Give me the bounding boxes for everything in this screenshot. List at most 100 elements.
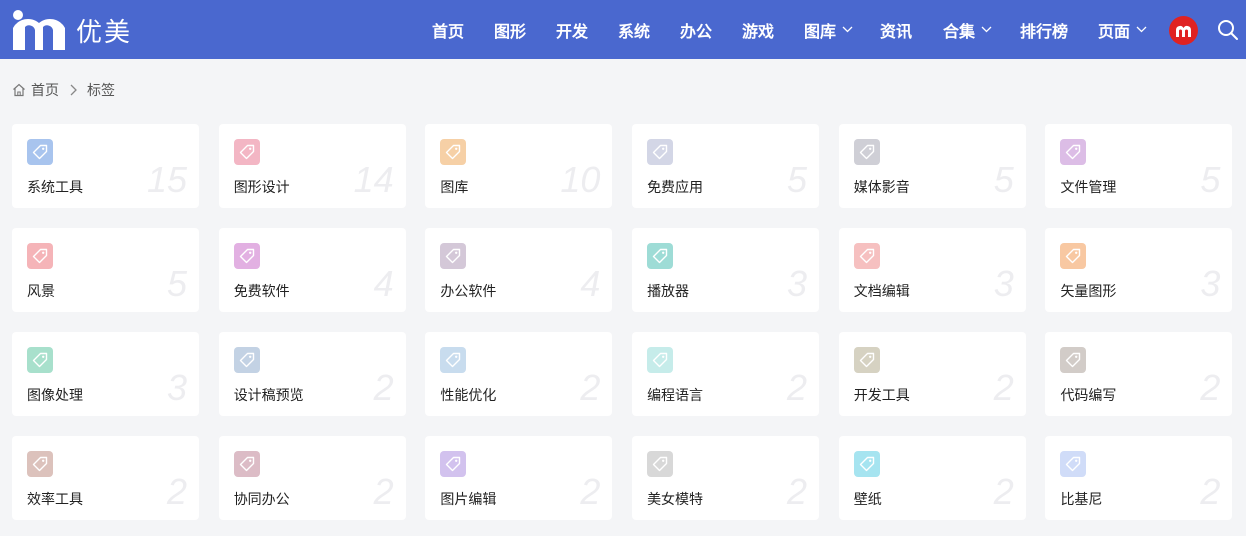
tag-name: 壁纸 <box>853 492 882 508</box>
tag-icon <box>233 243 260 269</box>
tag-count: 10 <box>560 159 601 200</box>
tag-name: 媒体影音 <box>853 180 910 196</box>
tag-card[interactable]: 文档编辑 3 <box>838 228 1026 312</box>
tag-card[interactable]: 协同办公 2 <box>218 436 406 520</box>
tag-count: 2 <box>580 367 601 408</box>
tag-name: 矢量图形 <box>1060 284 1117 300</box>
tag-icon <box>1060 139 1087 165</box>
nav-item[interactable]: 游戏 <box>742 0 774 59</box>
tag-card[interactable]: 美女模特 2 <box>632 436 820 520</box>
tag-card[interactable]: 图片编辑 2 <box>425 436 613 520</box>
search-icon[interactable] <box>1217 19 1239 41</box>
tag-card[interactable]: 效率工具 2 <box>12 436 199 520</box>
brand-name: 优美 <box>76 17 133 48</box>
tag-card[interactable]: 壁纸 2 <box>838 436 1026 520</box>
tag-icon <box>440 347 467 373</box>
tag-name: 美女模特 <box>647 492 704 508</box>
nav-item[interactable]: 排行榜 <box>1020 0 1068 59</box>
tag-name: 效率工具 <box>27 492 83 508</box>
tag-count: 5 <box>166 263 187 304</box>
tag-card[interactable]: 媒体影音 5 <box>838 124 1026 208</box>
tag-card[interactable]: 图库 10 <box>425 124 613 208</box>
tag-card[interactable]: 免费软件 4 <box>218 228 406 312</box>
tag-card[interactable]: 播放器 3 <box>632 228 820 312</box>
tag-icon <box>440 451 467 477</box>
tag-name: 免费软件 <box>233 284 290 300</box>
nav-item-label: 合集 <box>943 21 976 41</box>
tag-card[interactable]: 代码编写 2 <box>1045 332 1233 416</box>
tag-icon <box>647 451 674 477</box>
breadcrumb-home[interactable]: 首页 <box>31 80 59 100</box>
site-logo[interactable]: 优美 <box>12 10 132 50</box>
tag-count: 2 <box>373 471 394 512</box>
tag-icon <box>233 347 260 373</box>
nav-item-label: 办公 <box>680 21 713 41</box>
tag-icon <box>1060 451 1087 477</box>
nav-item[interactable]: 合集 <box>943 0 992 59</box>
tag-name: 协同办公 <box>233 492 290 508</box>
site-header: 优美 首页 图形 开发 系统 办公 游戏 图库 资讯 合集 排行榜 页面 <box>0 0 1246 59</box>
tag-count: 14 <box>353 159 394 200</box>
nav-item[interactable]: 办公 <box>680 0 712 59</box>
tag-card[interactable]: 图形设计 14 <box>218 124 406 208</box>
tag-card[interactable]: 开发工具 2 <box>838 332 1026 416</box>
tag-icon <box>233 139 260 165</box>
tag-name: 比基尼 <box>1060 492 1103 508</box>
tag-icon <box>853 243 880 269</box>
nav-item[interactable]: 页面 <box>1098 0 1147 59</box>
tag-card[interactable]: 比基尼 2 <box>1045 436 1233 520</box>
tag-icon <box>27 451 53 477</box>
tag-name: 办公软件 <box>440 284 497 300</box>
avatar-logo-icon <box>1175 25 1192 37</box>
home-icon <box>13 83 25 97</box>
tag-card[interactable]: 风景 5 <box>12 228 199 312</box>
tag-name: 编程语言 <box>647 388 704 404</box>
tag-count: 15 <box>146 159 187 200</box>
nav-item[interactable]: 首页 <box>432 0 464 59</box>
tag-card[interactable]: 性能优化 2 <box>425 332 613 416</box>
tag-icon <box>27 139 53 165</box>
tag-icon <box>853 139 880 165</box>
tag-card[interactable]: 矢量图形 3 <box>1045 228 1233 312</box>
tag-icon <box>233 451 260 477</box>
nav-item[interactable]: 图库 <box>804 0 853 59</box>
tag-icon <box>647 243 674 269</box>
tag-name: 开发工具 <box>853 388 910 404</box>
nav-item-label: 资讯 <box>880 21 913 41</box>
tag-count: 2 <box>993 471 1014 512</box>
tag-card[interactable]: 设计稿预览 2 <box>218 332 406 416</box>
nav-item[interactable]: 开发 <box>556 0 588 59</box>
nav-item[interactable]: 资讯 <box>880 0 912 59</box>
tag-icon <box>1060 243 1087 269</box>
breadcrumb: 首页 标签 <box>12 80 115 100</box>
tag-count: 4 <box>580 263 601 304</box>
tag-name: 图像处理 <box>27 388 83 404</box>
tag-count: 2 <box>1200 471 1221 512</box>
chevron-down-icon <box>981 26 992 33</box>
tag-name: 性能优化 <box>440 388 497 404</box>
tag-grid: 系统工具 15 图形设计 14 图库 10 免费应用 5 媒体影音 5 文件管理 5 风景 5 免费软件 4 办… <box>12 124 1233 520</box>
tag-name: 免费应用 <box>647 180 704 196</box>
tag-count: 2 <box>373 367 394 408</box>
user-avatar[interactable] <box>1169 16 1198 45</box>
tag-count: 2 <box>993 367 1014 408</box>
tag-card[interactable]: 文件管理 5 <box>1045 124 1233 208</box>
tag-card[interactable]: 系统工具 15 <box>12 124 199 208</box>
breadcrumb-current: 标签 <box>87 83 115 99</box>
tag-name: 文档编辑 <box>853 284 910 300</box>
tag-name: 图片编辑 <box>440 492 497 508</box>
tag-count: 5 <box>787 159 808 200</box>
tag-count: 2 <box>580 471 601 512</box>
tag-count: 3 <box>993 263 1014 304</box>
tag-card[interactable]: 编程语言 2 <box>632 332 820 416</box>
nav-item[interactable]: 系统 <box>618 0 650 59</box>
nav-item-label: 首页 <box>432 21 465 41</box>
tag-name: 风景 <box>27 284 55 300</box>
tag-card[interactable]: 免费应用 5 <box>632 124 820 208</box>
tag-count: 3 <box>1200 263 1221 304</box>
tag-card[interactable]: 办公软件 4 <box>425 228 613 312</box>
nav-item[interactable]: 图形 <box>494 0 526 59</box>
chevron-down-icon <box>842 26 853 33</box>
tag-count: 2 <box>787 471 808 512</box>
tag-card[interactable]: 图像处理 3 <box>12 332 199 416</box>
